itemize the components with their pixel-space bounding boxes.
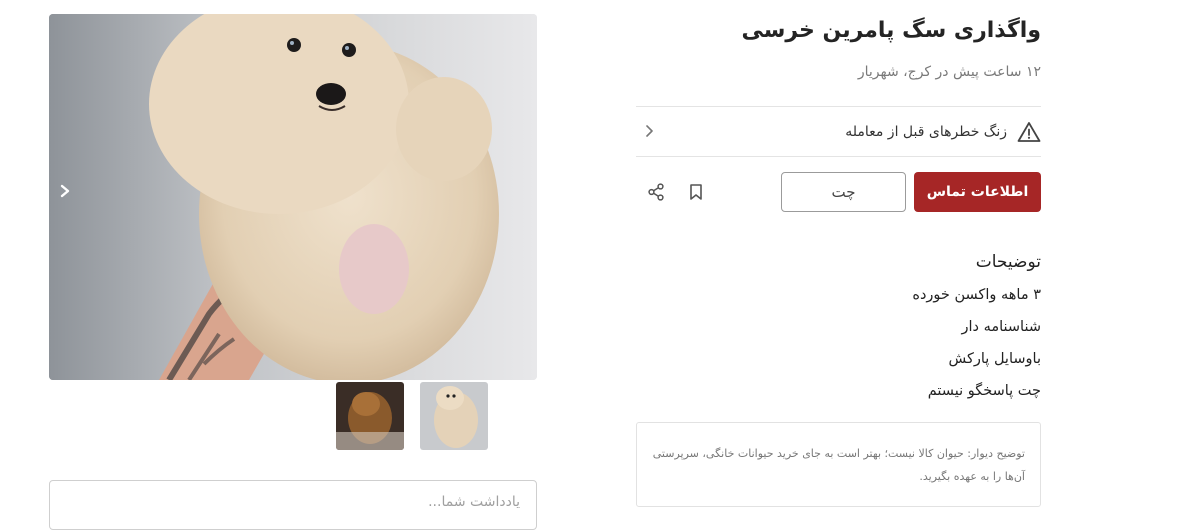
pomeranian-thumbnail-image: [420, 382, 488, 450]
description-line: باوسایل پارکش: [948, 351, 1042, 367]
description-body: ۳ ماهه واکسن خورده شناسنامه دار باوسایل …: [912, 283, 1041, 411]
description-line: ۳ ماهه واکسن خورده: [912, 287, 1041, 303]
note-input[interactable]: [60, 493, 522, 511]
thumbnail-pomeranian[interactable]: [420, 382, 488, 450]
listing-title: واگذاری سگ پامرین خرسی: [741, 18, 1041, 43]
warning-triangle-icon: [1017, 121, 1041, 143]
gallery-next-arrow[interactable]: [59, 184, 83, 208]
puppy-photo-illustration: [49, 14, 537, 380]
listing-subtitle: ۱۲ ساعت پیش در کرج، شهریار: [857, 64, 1041, 80]
note-field[interactable]: [49, 480, 537, 530]
description-heading: توضیحات: [975, 252, 1041, 272]
description-line: شناسنامه دار: [961, 319, 1041, 335]
contact-info-button[interactable]: اطلاعات تماس: [914, 172, 1041, 212]
action-bar: اطلاعات تماس چت: [636, 172, 1041, 212]
share-icon[interactable]: [646, 182, 666, 202]
chat-button[interactable]: چت: [781, 172, 906, 212]
safety-warnings-label: زنگ خطرهای قبل از معامله: [845, 123, 1007, 140]
safety-warnings-row[interactable]: زنگ خطرهای قبل از معامله: [636, 106, 1041, 157]
bookmark-icon[interactable]: [686, 182, 706, 202]
thumbnail-strip: [336, 382, 488, 450]
image-gallery: [49, 14, 537, 380]
brown-dog-thumbnail-image: [336, 382, 404, 450]
divar-disclaimer: توضیح دیوار: حیوان کالا نیست؛ بهتر است ب…: [636, 422, 1041, 507]
description-line: چت پاسخگو نیستم: [927, 383, 1041, 399]
main-listing-photo[interactable]: [49, 14, 537, 380]
chevron-right-icon: [60, 184, 70, 198]
chevron-left-icon: [644, 123, 654, 142]
thumbnail-brown-dog[interactable]: [336, 382, 404, 450]
